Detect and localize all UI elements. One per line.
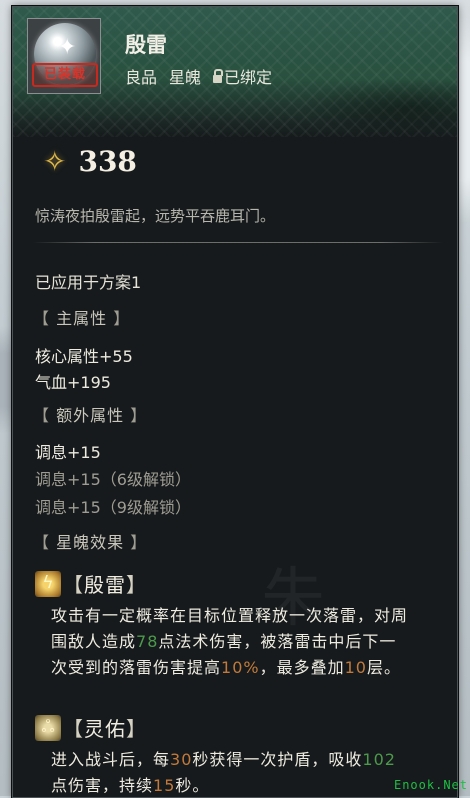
item-name: 殷雷 (125, 33, 167, 57)
shield-value: 102 (362, 750, 396, 769)
tooltip-header: ✦ 已装载 殷雷 良品 星魄 已绑定 (13, 7, 457, 137)
duration-value: 15 (153, 776, 176, 795)
applied-plan: 已应用于方案1 (35, 273, 142, 292)
skill-title: ஃ 【灵佑】 (35, 713, 147, 742)
header-shade (297, 77, 457, 137)
item-quality: 良品 (125, 68, 158, 87)
divider (33, 242, 443, 243)
skill-description: 进入战斗后，每30秒获得一次护盾，吸收102点伤害，持续15秒。 (51, 750, 396, 795)
damage-value: 78 (136, 632, 159, 651)
item-thumbnail: ✦ 已装载 (27, 18, 101, 94)
locked-attribute-line: 调息+15（6级解锁） (35, 470, 191, 489)
equipped-stamp: 已装载 (32, 63, 98, 87)
watermark: Enook.Net (393, 778, 468, 792)
extra-attribute-line: 调息+15 (35, 443, 101, 462)
main-attribute-line: 核心属性+55 (35, 347, 133, 366)
stack-count-value: 10 (344, 658, 367, 677)
damage-increase-value: 10% (221, 658, 260, 677)
item-type: 星魄 (169, 68, 202, 87)
bless-icon: ஃ (35, 714, 61, 741)
thunder-icon: ϟ (35, 570, 61, 597)
lock-icon (213, 68, 224, 84)
flavor-text: 惊涛夜拍殷雷起，远势平吞鹿耳门。 (35, 207, 276, 225)
skill-description: 攻击有一定概率在目标位置释放一次落雷，对周围敌人造成78点法术伤害，被落雷击中后… (51, 606, 409, 677)
main-attribute-line: 气血+195 (35, 373, 111, 392)
extra-attributes-heading: 【 额外属性 】 (33, 406, 148, 425)
effects-heading: 【 星魄效果 】 (33, 533, 148, 552)
locked-attribute-line: 调息+15（9级解锁） (35, 498, 191, 517)
item-tooltip: ✦ 已装载 殷雷 良品 星魄 已绑定 ✧ 338 惊涛夜拍殷雷起，远势平吞鹿耳门… (12, 6, 458, 798)
bound-status: 已绑定 (213, 64, 272, 88)
main-attributes-heading: 【 主属性 】 (33, 309, 131, 328)
skill-name: 灵佑 (84, 717, 126, 741)
interval-value: 30 (170, 750, 193, 769)
item-subline: 良品 星魄 已绑定 (125, 64, 272, 88)
bound-label: 已绑定 (224, 68, 273, 87)
star-sparkle-icon: ✧ (43, 144, 67, 178)
skill-title: ϟ 【殷雷】 (35, 569, 147, 598)
power-rating: ✧ 338 (43, 145, 137, 178)
skill-name: 殷雷 (84, 573, 126, 597)
power-value: 338 (78, 145, 137, 178)
